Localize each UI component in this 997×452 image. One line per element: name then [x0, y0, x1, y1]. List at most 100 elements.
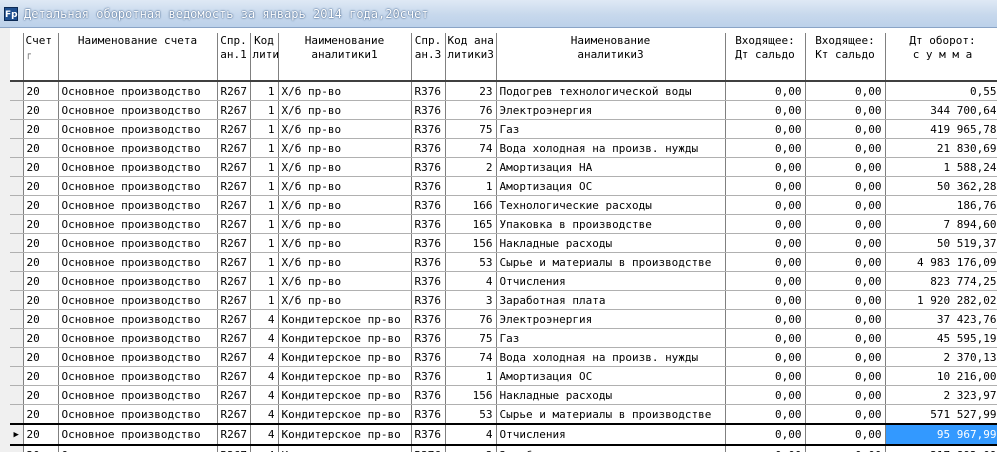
col-schet-cell[interactable]: 20 [23, 100, 59, 120]
col-naim-scheta-cell[interactable]: Основное производство [58, 138, 218, 158]
col-kod-analitiki3-cell[interactable]: 76 [445, 309, 497, 329]
col-vh-kt-saldo-cell[interactable]: 0,00 [805, 290, 886, 310]
col-vh-dt-saldo-cell[interactable]: 0,00 [725, 176, 806, 196]
col-naim-analitiki1-cell[interactable]: Х/б пр-во [278, 271, 412, 291]
col-naim-analitiki3-cell[interactable]: Амортизация ОС [496, 176, 726, 196]
col-kod-analitiki3-cell[interactable]: 53 [445, 404, 497, 425]
col-kod-analitiki3-cell[interactable]: 2 [445, 157, 497, 177]
col-naim-analitiki1-cell[interactable]: Х/б пр-во [278, 290, 412, 310]
col-vh-kt-saldo-cell[interactable]: 0,00 [805, 157, 886, 177]
col-kod-analitiki1-header[interactable]: Кодлитик [250, 33, 279, 82]
col-spr-an3-cell[interactable]: R376 [411, 100, 446, 120]
row-indicator-cell[interactable] [10, 176, 24, 196]
row-indicator-cell[interactable] [10, 290, 24, 310]
col-naim-analitiki1-header[interactable]: Наименование аналитики1 [278, 33, 412, 82]
col-spr-an3-cell[interactable]: R376 [411, 385, 446, 405]
col-schet-cell[interactable]: 20 [23, 290, 59, 310]
col-schet-cell[interactable]: 20 [23, 385, 59, 405]
col-spr-an3-cell[interactable]: R376 [411, 445, 446, 452]
col-naim-analitiki3-cell[interactable]: Газ [496, 328, 726, 348]
col-naim-analitiki3-cell[interactable]: Технологические расходы [496, 195, 726, 215]
col-vh-kt-saldo-cell[interactable]: 0,00 [805, 195, 886, 215]
row-indicator-cell[interactable] [10, 195, 24, 215]
col-kod-analitiki3-cell[interactable]: 3 [445, 290, 497, 310]
table-row[interactable]: 20 Основное производство R267 1 Х/б пр-во R37… [10, 119, 997, 139]
col-naim-scheta-cell[interactable]: Основное производство [58, 309, 218, 329]
col-naim-analitiki1-cell[interactable]: Х/б пр-во [278, 176, 412, 196]
col-dt-oborot-cell[interactable]: 1 588,24 [885, 157, 997, 177]
col-vh-dt-saldo-cell[interactable]: 0,00 [725, 100, 806, 120]
col-naim-analitiki3-cell[interactable]: Электроэнергия [496, 309, 726, 329]
col-dt-oborot-cell[interactable]: 344 700,64 [885, 100, 997, 120]
col-spr-an1-cell[interactable]: R267 [217, 366, 251, 386]
col-spr-an3-cell[interactable]: R376 [411, 347, 446, 367]
col-naim-scheta-cell[interactable]: Основное производство [58, 404, 218, 425]
col-naim-analitiki1-cell[interactable]: Х/б пр-во [278, 252, 412, 272]
col-spr-an1-cell[interactable]: R267 [217, 176, 251, 196]
col-dt-oborot-cell[interactable]: 186,76 [885, 195, 997, 215]
col-spr-an3-cell[interactable]: R376 [411, 271, 446, 291]
col-kod-analitiki1-cell[interactable]: 4 [250, 366, 279, 386]
col-vh-kt-saldo-cell[interactable]: 0,00 [805, 347, 886, 367]
col-spr-an3-cell[interactable]: R376 [411, 176, 446, 196]
col-naim-analitiki1-cell[interactable]: Кондитерское пр-во [278, 366, 412, 386]
col-schet-cell[interactable]: 20 [23, 404, 59, 425]
col-vh-dt-saldo-cell[interactable]: 0,00 [725, 214, 806, 234]
col-schet-cell[interactable]: 20 [23, 157, 59, 177]
col-kod-analitiki3-cell[interactable]: 74 [445, 138, 497, 158]
col-kod-analitiki1-cell[interactable]: 1 [250, 233, 279, 253]
col-dt-oborot-cell[interactable]: 2 370,13 [885, 347, 997, 367]
col-kod-analitiki3-cell[interactable]: 156 [445, 233, 497, 253]
table-row[interactable]: 20Основное производствоR2674Кондитерское… [10, 445, 997, 452]
col-kod-analitiki3-cell[interactable]: 4 [445, 423, 497, 446]
col-kod-analitiki3-cell[interactable]: 53 [445, 252, 497, 272]
col-spr-an1-cell[interactable]: R267 [217, 328, 251, 348]
row-indicator-cell[interactable] [10, 157, 24, 177]
col-vh-kt-saldo-cell[interactable]: 0,00 [805, 81, 886, 101]
col-vh-kt-saldo-cell[interactable]: 0,00 [805, 385, 886, 405]
col-naim-scheta-cell[interactable]: Основное производство [58, 176, 218, 196]
col-vh-dt-saldo-cell[interactable]: 0,00 [725, 81, 806, 101]
col-kod-analitiki1-cell[interactable]: 4 [250, 423, 279, 446]
col-kod-analitiki3-cell[interactable]: 75 [445, 119, 497, 139]
row-indicator-cell[interactable] [10, 271, 24, 291]
turnover-grid[interactable]: Счет┌Наименование счетаСпр.ан.1КодлитикН… [10, 33, 997, 452]
table-row[interactable]: 20 Основное производство R267 1 Х/б пр-во R37… [10, 271, 997, 291]
table-row[interactable]: 20 Основное производство R267 1 Х/б пр-во R37… [10, 81, 997, 101]
col-vh-dt-saldo-cell[interactable]: 0,00 [725, 290, 806, 310]
col-spr-an3-cell[interactable]: R376 [411, 252, 446, 272]
row-indicator-cell[interactable] [10, 385, 24, 405]
col-naim-analitiki3-cell[interactable]: Упаковка в производстве [496, 214, 726, 234]
col-spr-an1-cell[interactable]: R267 [217, 404, 251, 425]
col-kod-analitiki3-cell[interactable]: 156 [445, 385, 497, 405]
col-schet-cell[interactable]: 20 [23, 445, 59, 452]
row-indicator-cell[interactable] [10, 119, 24, 139]
col-naim-analitiki3-cell[interactable]: Отчисления [496, 423, 726, 446]
col-naim-analitiki3-cell[interactable]: Амортизация ОС [496, 366, 726, 386]
col-vh-kt-saldo-cell[interactable]: 0,00 [805, 423, 886, 446]
col-vh-dt-saldo-cell[interactable]: 0,00 [725, 404, 806, 425]
col-naim-scheta-cell[interactable]: Основное производство [58, 328, 218, 348]
col-naim-scheta-cell[interactable]: Основное производство [58, 423, 218, 446]
col-naim-analitiki1-cell[interactable]: Кондитерское пр-во [278, 404, 412, 425]
col-kod-analitiki1-cell[interactable]: 4 [250, 347, 279, 367]
col-kod-analitiki3-header[interactable]: Код ана литики3 [445, 33, 497, 82]
table-row[interactable]: 20 Основное производство R267 1 Х/б пр-во R37… [10, 233, 997, 253]
col-kod-analitiki1-cell[interactable]: 1 [250, 100, 279, 120]
col-vh-dt-saldo-header[interactable]: Входящее: Дт сальдо [725, 33, 806, 82]
table-row[interactable]: 20 Основное производство R267 1 Х/б пр-во R37… [10, 195, 997, 215]
row-indicator-cell[interactable] [10, 328, 24, 348]
col-schet-cell[interactable]: 20 [23, 214, 59, 234]
col-schet-cell[interactable]: 20 [23, 423, 59, 446]
col-kod-analitiki1-cell[interactable]: 1 [250, 214, 279, 234]
col-vh-kt-saldo-cell[interactable]: 0,00 [805, 233, 886, 253]
col-naim-analitiki1-cell[interactable]: Х/б пр-во [278, 100, 412, 120]
col-dt-oborot-cell[interactable]: 37 423,76 [885, 309, 997, 329]
col-vh-kt-saldo-cell[interactable]: 0,00 [805, 214, 886, 234]
col-kod-analitiki1-cell[interactable]: 1 [250, 81, 279, 101]
col-kod-analitiki3-cell[interactable]: 166 [445, 195, 497, 215]
col-kod-analitiki1-cell[interactable]: 1 [250, 195, 279, 215]
app-icon[interactable]: Fp [4, 7, 18, 21]
col-schet-header[interactable]: Счет ┌ [23, 33, 59, 82]
col-naim-analitiki1-cell[interactable]: Кондитерское пр-во [278, 445, 412, 452]
